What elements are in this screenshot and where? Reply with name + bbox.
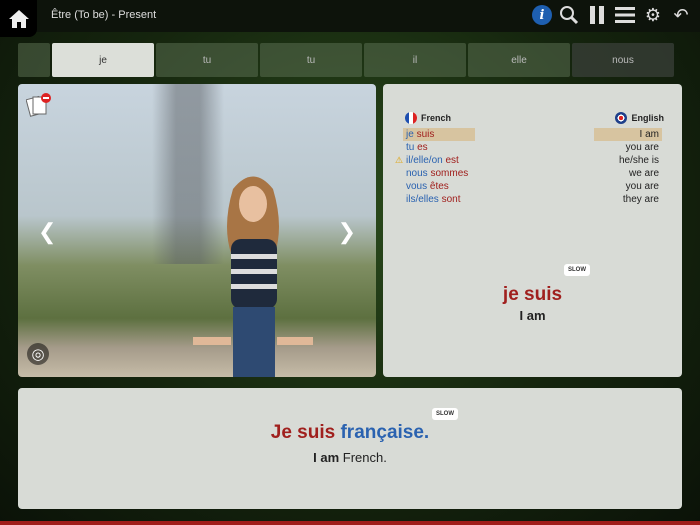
verb: sont bbox=[441, 194, 461, 205]
info-icon[interactable]: i bbox=[532, 5, 552, 25]
current-french[interactable]: je suis bbox=[383, 284, 682, 306]
sentence-fr-red: Je suis bbox=[270, 422, 336, 443]
zoom-text-icon[interactable] bbox=[558, 4, 580, 26]
settings-icon[interactable]: ⚙ bbox=[642, 4, 664, 26]
page-title: Être (To be) - Present bbox=[51, 9, 157, 21]
uk-flag-icon bbox=[615, 112, 628, 124]
conjugation-row-french[interactable]: vous êtes bbox=[403, 180, 475, 193]
french-label: French bbox=[421, 113, 452, 123]
globe-icon[interactable]: ◎ bbox=[27, 343, 49, 365]
conjugation-row-english[interactable]: they are bbox=[594, 193, 662, 206]
slow-audio-button[interactable]: SLOW bbox=[564, 264, 590, 276]
flashcards-remove-icon[interactable] bbox=[26, 92, 52, 118]
verb: es bbox=[417, 142, 428, 153]
home-icon bbox=[8, 9, 29, 28]
tab-nous[interactable]: nous bbox=[572, 43, 674, 77]
tab-il[interactable]: il bbox=[364, 43, 466, 77]
pronoun: je bbox=[406, 129, 414, 140]
sentence-en-bold: I am bbox=[313, 450, 340, 465]
tab-previous[interactable] bbox=[18, 43, 50, 77]
tab-elle[interactable]: elle bbox=[468, 43, 570, 77]
conjugation-row-french[interactable]: je suis bbox=[403, 128, 475, 141]
sentence-fr-blue: française. bbox=[340, 422, 430, 443]
example-sentence-panel: SLOW Je suis française. I am French. bbox=[18, 388, 682, 509]
conjugation-row-french[interactable]: il/elle/on est bbox=[403, 154, 475, 167]
tab-tu-2[interactable]: tu bbox=[260, 43, 362, 77]
conjugation-row-french[interactable]: ils/elles sont bbox=[403, 193, 475, 206]
woman-figure bbox=[193, 176, 313, 377]
back-icon[interactable]: ↶ bbox=[670, 4, 692, 26]
english-header: English bbox=[615, 112, 664, 124]
conjugation-row-english[interactable]: you are bbox=[594, 141, 662, 154]
sentence-slow-button[interactable]: SLOW bbox=[432, 408, 458, 420]
next-image-arrow[interactable]: ❯ bbox=[338, 219, 356, 245]
verb: suis bbox=[416, 129, 435, 140]
french-flag-icon bbox=[405, 112, 417, 124]
conjugation-row-english[interactable]: he/she is bbox=[594, 154, 662, 167]
previous-image-arrow[interactable]: ❮ bbox=[38, 219, 56, 245]
current-english: I am bbox=[519, 308, 546, 323]
pronoun: ils/elles bbox=[406, 194, 439, 205]
tab-tu[interactable]: tu bbox=[156, 43, 258, 77]
pronoun: nous bbox=[406, 168, 428, 179]
pronoun-tabs: je tu tu il elle nous bbox=[18, 43, 688, 77]
bottom-accent-bar bbox=[0, 521, 700, 525]
french-header: French bbox=[405, 112, 451, 124]
english-label: English bbox=[631, 113, 664, 123]
conjugation-row-french[interactable]: tu es bbox=[403, 141, 475, 154]
conjugation-row-english[interactable]: I am bbox=[594, 128, 662, 141]
pronoun: tu bbox=[406, 142, 415, 153]
sentence-en-rest: French. bbox=[342, 450, 387, 465]
top-bar: Être (To be) - Present i ⚙ ↶ bbox=[0, 0, 700, 37]
warning-icon: ⚠ bbox=[395, 155, 404, 165]
conjugation-row-french[interactable]: nous sommes bbox=[403, 167, 475, 180]
menu-icon[interactable] bbox=[614, 4, 636, 26]
lesson-photo: ❮ ❯ ◎ bbox=[18, 84, 376, 377]
pronoun: il/elle/on bbox=[406, 155, 443, 166]
verb: êtes bbox=[429, 181, 449, 192]
tab-je[interactable]: je bbox=[52, 43, 154, 77]
home-button[interactable] bbox=[0, 0, 37, 37]
verb: est bbox=[445, 155, 459, 166]
conjugation-panel: French English je suis I am tu es you are il… bbox=[383, 84, 682, 377]
verb: sommes bbox=[430, 168, 469, 179]
pronoun: vous bbox=[406, 181, 428, 192]
pause-icon[interactable] bbox=[586, 4, 608, 26]
french-sentence[interactable]: Je suis française. bbox=[18, 422, 682, 444]
conjugation-row-english[interactable]: we are bbox=[594, 167, 662, 180]
english-sentence: I am French. bbox=[18, 450, 682, 465]
conjugation-row-english[interactable]: you are bbox=[594, 180, 662, 193]
